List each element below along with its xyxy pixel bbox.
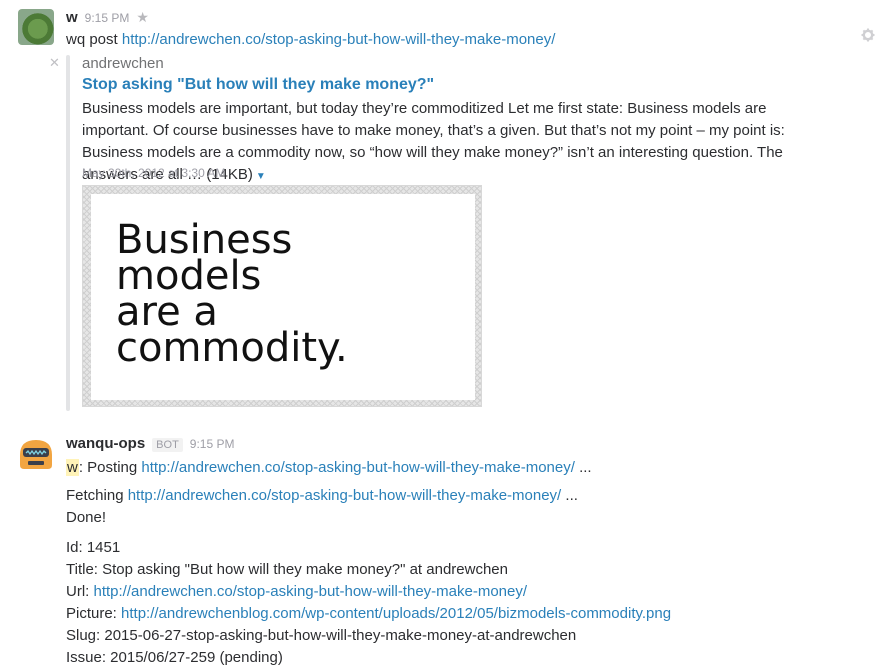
attachment-date: May 30th, 2012 at 3:30 AM xyxy=(82,166,226,180)
bot-badge: BOT xyxy=(152,438,183,452)
message-header: wanqu-ops BOT 9:15 PM xyxy=(66,435,235,452)
star-icon[interactable]: ★ xyxy=(136,9,149,26)
fetching-ellipsis: ... xyxy=(561,487,578,504)
fetching-link[interactable]: http://andrewchen.co/stop-asking-but-how… xyxy=(128,487,562,504)
author-name[interactable]: wanqu-ops xyxy=(66,435,145,452)
gear-icon[interactable] xyxy=(861,28,875,45)
posting-ellipsis: ... xyxy=(574,459,592,476)
url-label: Url: xyxy=(66,583,94,600)
close-icon[interactable]: ✕ xyxy=(49,55,60,71)
title-line: Title: Stop asking "But how will they ma… xyxy=(66,561,508,578)
picture-link[interactable]: http://andrewchenblog.com/wp-content/upl… xyxy=(121,605,671,622)
posting-link[interactable]: http://andrewchen.co/stop-asking-but-how… xyxy=(141,459,575,476)
attachment-service: andrewchen xyxy=(82,55,164,72)
done-line: Done! xyxy=(66,509,107,526)
message-text: wq post xyxy=(66,31,122,48)
attachment-image[interactable]: Business models are a commodity. xyxy=(82,185,482,407)
posting-line: w: Posting http://andrewchen.co/stop-ask… xyxy=(66,457,592,479)
posting-text: : Posting xyxy=(78,459,142,476)
url-link[interactable]: http://andrewchen.co/stop-asking-but-how… xyxy=(94,583,528,600)
attachment-image-content: Business models are a commodity. xyxy=(91,194,475,400)
image-text-line: commodity. xyxy=(116,325,348,371)
attachment-title[interactable]: Stop asking "But how will they make mone… xyxy=(82,76,434,94)
picture-label: Picture: xyxy=(66,605,122,622)
user-mention[interactable]: w xyxy=(66,459,79,476)
robot-icon xyxy=(20,440,52,469)
avatar-w[interactable] xyxy=(18,9,54,45)
slug-line: Slug: 2015-06-27-stop-asking-but-how-wil… xyxy=(66,627,577,644)
message-link[interactable]: http://andrewchen.co/stop-asking-but-how… xyxy=(122,31,556,48)
timestamp[interactable]: 9:15 PM xyxy=(190,437,235,451)
fetching-line: Fetching http://andrewchen.co/stop-askin… xyxy=(66,485,578,507)
issue-line: Issue: 2015/06/27-259 (pending) xyxy=(66,649,283,666)
caret-down-icon[interactable]: ▼ xyxy=(256,171,266,182)
author-name[interactable]: w xyxy=(66,9,78,26)
message-body: wq post http://andrewchen.co/stop-asking… xyxy=(66,29,555,51)
attachment-bar xyxy=(66,55,70,411)
fetching-text: Fetching xyxy=(66,487,128,504)
id-line: Id: 1451 xyxy=(66,539,121,556)
message-header: w 9:15 PM ★ xyxy=(66,9,149,26)
timestamp[interactable]: 9:15 PM xyxy=(85,11,130,25)
avatar-bot[interactable] xyxy=(18,435,54,471)
url-line: Url: http://andrewchen.co/stop-asking-bu… xyxy=(66,581,527,603)
picture-line: Picture: http://andrewchenblog.com/wp-co… xyxy=(66,603,671,625)
